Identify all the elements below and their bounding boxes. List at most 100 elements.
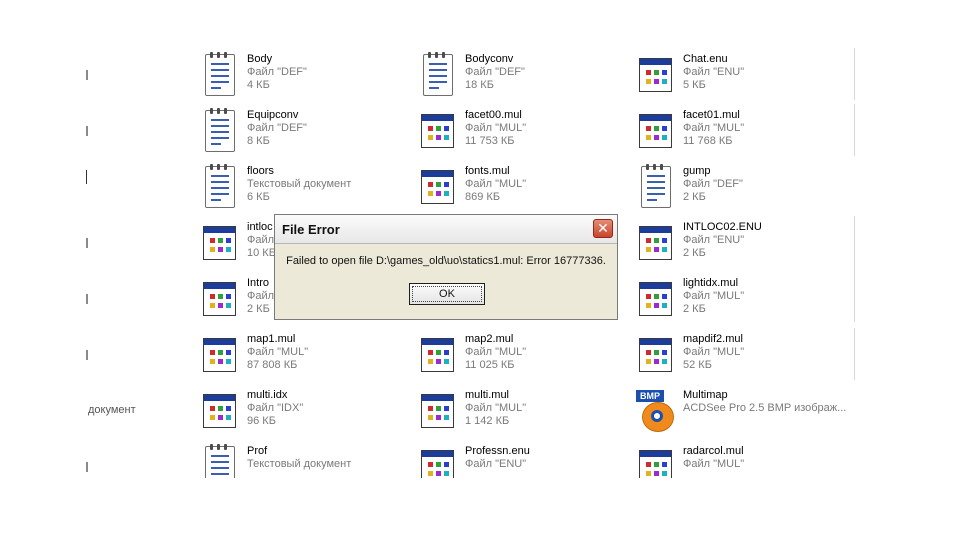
file-item[interactable]: Body Файл "DEF" 4 КБ bbox=[200, 52, 410, 104]
file-name: Chat.enu bbox=[683, 53, 728, 65]
file-name: Prof bbox=[247, 445, 268, 457]
file-name: Multimap bbox=[683, 389, 728, 401]
file-item[interactable]: Chat.enu Файл "ENU" 5 КБ bbox=[636, 52, 846, 104]
system-file-icon bbox=[200, 388, 240, 434]
file-item[interactable]: Prof Текстовый документ bbox=[200, 444, 410, 478]
file-name: fonts.mul bbox=[465, 165, 510, 177]
file-size: 10 КБ bbox=[247, 247, 276, 259]
file-name: facet01.mul bbox=[683, 109, 740, 121]
system-file-icon bbox=[200, 332, 240, 378]
file-item[interactable]: facet01.mul Файл "MUL" 11 768 КБ bbox=[636, 108, 846, 160]
file-type: Файл "ENU" bbox=[465, 458, 527, 470]
system-file-icon bbox=[200, 220, 240, 266]
column-divider bbox=[854, 104, 855, 156]
file-size: 8 КБ bbox=[247, 135, 270, 147]
text-doc-icon bbox=[200, 108, 240, 154]
clipped-column-mark bbox=[86, 170, 87, 184]
file-item[interactable]: Bodyconv Файл "DEF" 18 КБ bbox=[418, 52, 628, 104]
file-name: radarcol.mul bbox=[683, 445, 744, 457]
system-file-icon bbox=[200, 276, 240, 322]
file-item[interactable]: multi.mul Файл "MUL" 1 142 КБ bbox=[418, 388, 628, 440]
file-item[interactable]: Equipconv Файл "DEF" 8 КБ bbox=[200, 108, 410, 160]
file-size: 2 КБ bbox=[247, 303, 270, 315]
file-size: 2 КБ bbox=[683, 247, 706, 259]
file-item[interactable]: BMP Multimap ACDSee Pro 2.5 BMP изображ... bbox=[636, 388, 846, 440]
file-size: 4 КБ bbox=[247, 79, 270, 91]
file-size: 18 КБ bbox=[465, 79, 494, 91]
file-type: Файл "IDX" bbox=[247, 402, 304, 414]
clipped-column-mark bbox=[86, 462, 88, 472]
file-name: INTLOC02.ENU bbox=[683, 221, 762, 233]
clipped-column-mark bbox=[86, 238, 88, 248]
file-type: Файл "ENU" bbox=[683, 66, 745, 78]
text-doc-icon bbox=[200, 52, 240, 98]
column-divider bbox=[854, 328, 855, 380]
file-size: 869 КБ bbox=[465, 191, 501, 203]
file-name: intloc bbox=[247, 221, 273, 233]
file-type: Файл bbox=[247, 290, 275, 302]
file-item[interactable]: lightidx.mul Файл "MUL" 2 КБ bbox=[636, 276, 846, 328]
file-type: Файл "DEF" bbox=[247, 122, 307, 134]
error-message: Failed to open file D:\games_old\uo\stat… bbox=[286, 255, 606, 267]
file-name: Bodyconv bbox=[465, 53, 514, 65]
file-item[interactable]: Professn.enu Файл "ENU" bbox=[418, 444, 628, 478]
bmp-image-icon: BMP bbox=[636, 388, 676, 434]
file-type: ACDSee Pro 2.5 BMP изображ... bbox=[683, 402, 847, 414]
system-file-icon bbox=[418, 108, 458, 154]
file-type: Текстовый документ bbox=[247, 178, 352, 190]
file-type: Файл "MUL" bbox=[465, 178, 527, 190]
file-name: Body bbox=[247, 53, 273, 65]
file-type: Текстовый документ bbox=[247, 458, 352, 470]
file-type: Файл "DEF" bbox=[465, 66, 525, 78]
text-doc-icon bbox=[200, 164, 240, 210]
file-item[interactable]: map1.mul Файл "MUL" 87 808 КБ bbox=[200, 332, 410, 384]
system-file-icon bbox=[636, 276, 676, 322]
ok-button[interactable]: OK bbox=[409, 283, 485, 305]
system-file-icon bbox=[636, 444, 676, 478]
file-type: Файл "MUL" bbox=[683, 290, 745, 302]
file-size: 11 025 КБ bbox=[465, 359, 515, 371]
file-name: Equipconv bbox=[247, 109, 299, 121]
bmp-badge: BMP bbox=[636, 390, 664, 402]
dialog-title: File Error bbox=[282, 222, 340, 237]
file-size: 11 753 КБ bbox=[465, 135, 515, 147]
file-item[interactable]: map2.mul Файл "MUL" 11 025 КБ bbox=[418, 332, 628, 384]
file-type: Файл "MUL" bbox=[465, 122, 527, 134]
file-name: facet00.mul bbox=[465, 109, 522, 121]
dialog-titlebar[interactable]: File Error ✕ bbox=[275, 215, 617, 244]
file-item[interactable]: multi.idx Файл "IDX" 96 КБ bbox=[200, 388, 410, 440]
system-file-icon bbox=[636, 52, 676, 98]
file-name: Intro bbox=[247, 277, 270, 289]
file-type: Файл "DEF" bbox=[683, 178, 743, 190]
system-file-icon bbox=[636, 108, 676, 154]
file-size: 87 808 КБ bbox=[247, 359, 298, 371]
text-doc-icon bbox=[200, 444, 240, 478]
close-button[interactable]: ✕ bbox=[593, 219, 613, 238]
file-size: 5 КБ bbox=[683, 79, 706, 91]
file-item[interactable]: gump Файл "DEF" 2 КБ bbox=[636, 164, 846, 216]
system-file-icon bbox=[636, 220, 676, 266]
system-file-icon bbox=[418, 332, 458, 378]
file-item[interactable]: floors Текстовый документ 6 КБ bbox=[200, 164, 410, 216]
file-item[interactable]: INTLOC02.ENU Файл "ENU" 2 КБ bbox=[636, 220, 846, 272]
file-size: 1 142 КБ bbox=[465, 415, 510, 427]
file-item[interactable]: radarcol.mul Файл "MUL" bbox=[636, 444, 846, 478]
file-size: 11 768 КБ bbox=[683, 135, 733, 147]
file-size: 96 КБ bbox=[247, 415, 276, 427]
system-file-icon bbox=[418, 444, 458, 478]
file-name: lightidx.mul bbox=[683, 277, 739, 289]
system-file-icon bbox=[636, 332, 676, 378]
file-item[interactable]: facet00.mul Файл "MUL" 11 753 КБ bbox=[418, 108, 628, 160]
file-type: Файл "DEF" bbox=[247, 66, 307, 78]
file-item[interactable]: mapdif2.mul Файл "MUL" 52 КБ bbox=[636, 332, 846, 384]
file-type: Файл "MUL" bbox=[465, 402, 527, 414]
column-divider bbox=[854, 48, 855, 100]
column-divider bbox=[854, 216, 855, 322]
file-item[interactable]: fonts.mul Файл "MUL" 869 КБ bbox=[418, 164, 628, 216]
file-type: Файл "MUL" bbox=[683, 458, 745, 470]
file-type: Файл "MUL" bbox=[683, 122, 745, 134]
file-name: multi.mul bbox=[465, 389, 510, 401]
system-file-icon bbox=[418, 164, 458, 210]
clipped-column-mark bbox=[86, 70, 88, 80]
file-size: 6 КБ bbox=[247, 191, 270, 203]
